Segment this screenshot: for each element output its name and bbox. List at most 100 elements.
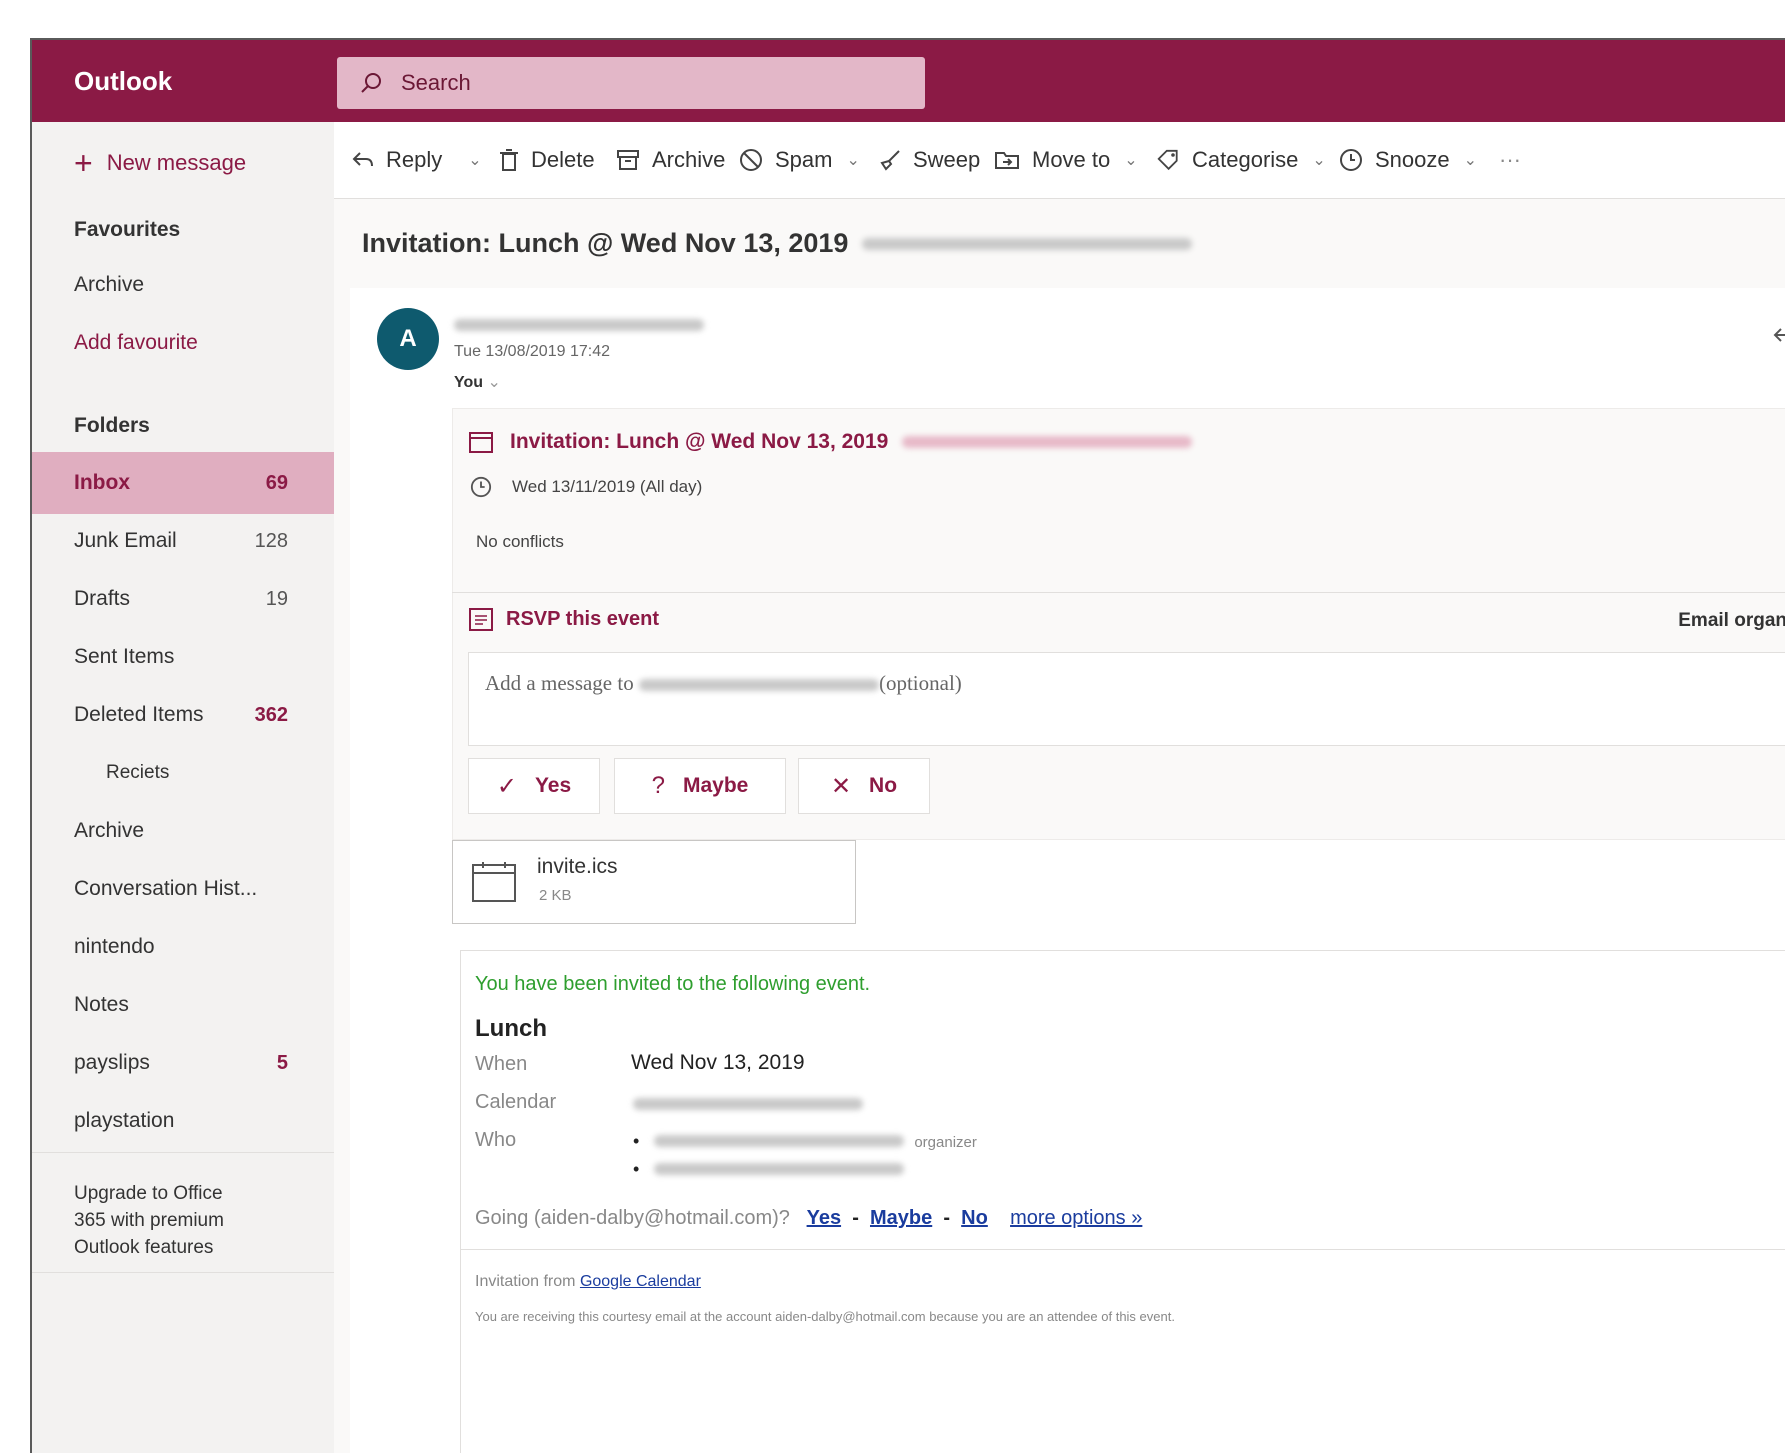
favourites-heading[interactable]: Favourites <box>74 218 180 242</box>
rsvp-no-button[interactable]: ✕ No <box>798 758 930 814</box>
rsvp-maybe-button[interactable]: ? Maybe <box>614 758 786 814</box>
upgrade-office-link[interactable]: Upgrade to Office 365 with premium Outlo… <box>74 1180 224 1261</box>
nav-item-label: Inbox <box>74 471 130 494</box>
rsvp-yes-button[interactable]: ✓ Yes <box>468 758 600 814</box>
nav-item-label: Archive <box>74 273 145 296</box>
folder-playstation[interactable]: playstation <box>32 1090 334 1152</box>
recipient-line[interactable]: You ⌄ <box>454 372 501 392</box>
going-row: Going (aiden-dalby@hotmail.com)? Yes - M… <box>475 1207 1142 1230</box>
folder-junk-email[interactable]: Junk Email 128 <box>32 510 334 572</box>
conflicts-status: No conflicts <box>476 532 564 551</box>
move-folder-icon <box>995 152 1019 169</box>
top-bar: Outlook Search <box>32 40 1785 122</box>
folder-sent-items[interactable]: Sent Items <box>32 626 334 688</box>
archive-icon <box>617 150 639 170</box>
folder-nintendo[interactable]: nintendo <box>32 916 334 978</box>
categorise-button[interactable]: Categorise ⌄ <box>1156 122 1326 198</box>
attachment-card[interactable]: invite.ics 2 KB <box>452 840 856 924</box>
rsvp-label: RSVP this event <box>506 607 660 630</box>
invitation-body: You have been invited to the following e… <box>460 950 1785 1453</box>
folder-conversation-history[interactable]: Conversation Hist... <box>32 858 334 920</box>
nav-item-label: Drafts <box>74 587 131 610</box>
attachment-name: invite.ics <box>537 855 618 878</box>
folder-deleted-items[interactable]: Deleted Items 362 <box>32 684 334 746</box>
recipient-you: You <box>454 374 484 391</box>
chevron-down-icon: ⌄ <box>1463 152 1478 169</box>
upgrade-line: Upgrade to Office <box>74 1183 223 1204</box>
event-title: Lunch <box>475 1015 547 1042</box>
nav-divider <box>32 1152 334 1153</box>
reply-icon[interactable] <box>1773 326 1785 351</box>
app-title[interactable]: Outlook <box>74 66 172 97</box>
chevron-down-icon: ⌄ <box>846 152 860 169</box>
clock-icon <box>1340 149 1362 171</box>
new-message-button[interactable]: + New message <box>74 147 246 179</box>
calendar-value <box>633 1097 863 1115</box>
upgrade-line: Outlook features <box>74 1237 214 1258</box>
search-box[interactable]: Search <box>337 57 925 109</box>
rsvp-message-input[interactable]: Add a message to (optional) <box>468 652 1785 746</box>
rsvp-yes-label: Yes <box>534 774 572 797</box>
nav-item-label: Junk Email <box>74 529 177 552</box>
folder-payslips[interactable]: payslips 5 <box>32 1032 334 1094</box>
reply-button[interactable]: Reply ⌄ <box>352 122 482 198</box>
add-favourite-link[interactable]: Add favourite <box>32 312 334 374</box>
google-calendar-link[interactable]: Google Calendar <box>580 1273 701 1290</box>
move-to-label: Move to <box>1032 147 1111 172</box>
unread-count: 362 <box>254 703 288 726</box>
move-to-button[interactable]: Move to ⌄ <box>994 122 1138 198</box>
sender-name[interactable] <box>454 318 704 336</box>
more-actions-button[interactable]: ··· <box>1499 122 1521 198</box>
nav-item-label: Notes <box>74 993 129 1016</box>
nav-item-label: Archive <box>74 819 145 842</box>
email-organiser-button[interactable]: Email organ <box>1678 610 1785 632</box>
going-yes-link[interactable]: Yes <box>807 1207 841 1229</box>
item-count: 128 <box>254 529 288 552</box>
delete-label: Delete <box>531 147 595 172</box>
nav-item-label: payslips <box>74 1051 150 1074</box>
nav-item-label: nintendo <box>74 935 155 958</box>
archive-button[interactable]: Archive <box>616 122 725 198</box>
redacted-email <box>862 237 1193 250</box>
chevron-down-icon[interactable]: ⌄ <box>468 150 481 170</box>
footer-divider <box>461 1249 1785 1250</box>
unread-count: 5 <box>276 1051 288 1074</box>
archive-label: Archive <box>652 147 726 172</box>
redacted-sender <box>454 319 704 331</box>
nav-item-label: playstation <box>74 1109 175 1132</box>
folder-drafts[interactable]: Drafts 19 <box>32 568 334 630</box>
more-options-link[interactable]: more options » <box>1010 1207 1142 1229</box>
rsvp-row: RSVP this event <box>468 606 659 632</box>
categorise-label: Categorise <box>1192 147 1299 172</box>
going-no-link[interactable]: No <box>961 1207 988 1229</box>
snooze-button[interactable]: Snooze ⌄ <box>1339 122 1477 198</box>
placeholder-prefix: Add a message to <box>485 671 634 695</box>
tag-icon <box>1157 149 1178 171</box>
invitation-divider <box>452 592 1785 593</box>
calendar-label: Calendar <box>475 1091 557 1113</box>
folder-notes[interactable]: Notes <box>32 974 334 1036</box>
trash-icon <box>500 149 518 171</box>
folder-inbox[interactable]: Inbox 69 <box>32 452 334 514</box>
folders-heading[interactable]: Folders <box>74 414 150 438</box>
favourite-archive[interactable]: Archive <box>32 254 334 316</box>
close-icon: ✕ <box>830 772 852 800</box>
when-value: Wed Nov 13, 2019 <box>631 1051 805 1074</box>
going-maybe-link[interactable]: Maybe <box>870 1207 932 1229</box>
sweep-button[interactable]: Sweep <box>879 122 980 198</box>
message-timestamp: Tue 13/08/2019 17:42 <box>454 343 610 360</box>
redacted-email <box>638 679 879 692</box>
chevron-down-icon: ⌄ <box>1312 152 1326 169</box>
nav-divider <box>32 1272 334 1273</box>
nav-item-label: Sent Items <box>74 645 175 668</box>
spam-button[interactable]: Spam ⌄ <box>739 122 860 198</box>
delete-button[interactable]: Delete <box>499 122 595 198</box>
sender-avatar[interactable]: A <box>377 308 439 370</box>
folder-reciets[interactable]: Reciets <box>32 742 334 804</box>
subject-text: Invitation: Lunch @ Wed Nov 13, 2019 <box>362 228 849 258</box>
folder-archive[interactable]: Archive <box>32 800 334 862</box>
rsvp-message-placeholder: Add a message to (optional) <box>485 671 962 696</box>
question-icon: ? <box>651 772 665 799</box>
broom-icon <box>880 150 900 171</box>
invitation-time-row: Wed 13/11/2019 (All day) <box>470 476 702 498</box>
